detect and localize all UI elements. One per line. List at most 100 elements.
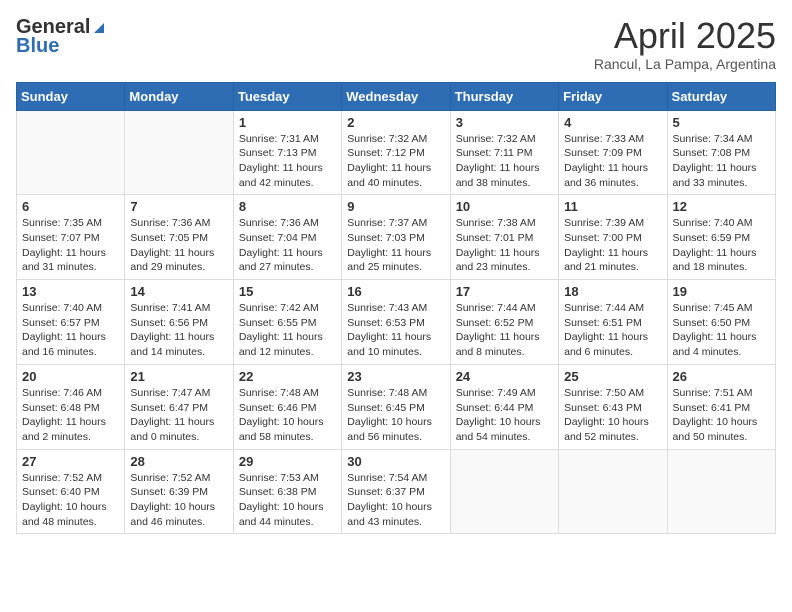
calendar-cell: 4 Sunrise: 7:33 AMSunset: 7:09 PMDaylight…	[559, 110, 667, 195]
day-number: 13	[22, 284, 119, 299]
calendar-cell: 18 Sunrise: 7:44 AMSunset: 6:51 PMDayligh…	[559, 280, 667, 365]
calendar-cell: 2 Sunrise: 7:32 AMSunset: 7:12 PMDaylight…	[342, 110, 450, 195]
day-number: 6	[22, 199, 119, 214]
calendar-cell: 16 Sunrise: 7:43 AMSunset: 6:53 PMDayligh…	[342, 280, 450, 365]
day-info: Sunrise: 7:32 AMSunset: 7:12 PMDaylight:…	[347, 132, 444, 191]
location-subtitle: Rancul, La Pampa, Argentina	[594, 56, 776, 72]
calendar-cell: 28Sunrise: 7:52 AMSunset: 6:39 PMDayligh…	[125, 449, 233, 534]
calendar-cell: 6 Sunrise: 7:35 AMSunset: 7:07 PMDaylight…	[17, 195, 125, 280]
day-number: 24	[456, 369, 553, 384]
day-info: Sunrise: 7:40 AMSunset: 6:59 PMDaylight:…	[673, 216, 770, 275]
day-number: 29	[239, 454, 336, 469]
day-info: Sunrise: 7:48 AMSunset: 6:46 PMDaylight:…	[239, 386, 336, 445]
title-area: April 2025 Rancul, La Pampa, Argentina	[594, 16, 776, 72]
month-title: April 2025	[594, 16, 776, 56]
calendar-cell: 15 Sunrise: 7:42 AMSunset: 6:55 PMDayligh…	[233, 280, 341, 365]
calendar-cell: 30 Sunrise: 7:54 AMSunset: 6:37 PMDayligh…	[342, 449, 450, 534]
calendar-cell: 21 Sunrise: 7:47 AMSunset: 6:47 PMDayligh…	[125, 364, 233, 449]
calendar-cell: 14 Sunrise: 7:41 AMSunset: 6:56 PMDayligh…	[125, 280, 233, 365]
calendar-cell: 12 Sunrise: 7:40 AMSunset: 6:59 PMDayligh…	[667, 195, 775, 280]
day-header-thursday: Thursday	[450, 82, 558, 110]
day-header-friday: Friday	[559, 82, 667, 110]
day-number: 4	[564, 115, 661, 130]
day-number: 23	[347, 369, 444, 384]
day-header-wednesday: Wednesday	[342, 82, 450, 110]
day-number: 11	[564, 199, 661, 214]
day-info: Sunrise: 7:47 AMSunset: 6:47 PMDaylight:…	[130, 386, 227, 445]
day-number: 14	[130, 284, 227, 299]
day-info: Sunrise: 7:36 AMSunset: 7:04 PMDaylight:…	[239, 216, 336, 275]
calendar-table: SundayMondayTuesdayWednesdayThursdayFrid…	[16, 82, 776, 535]
day-number: 2	[347, 115, 444, 130]
calendar-cell: 25 Sunrise: 7:50 AMSunset: 6:43 PMDayligh…	[559, 364, 667, 449]
day-info: Sunrise: 7:53 AMSunset: 6:38 PMDaylight:…	[239, 471, 336, 530]
day-info: Sunrise: 7:32 AMSunset: 7:11 PMDaylight:…	[456, 132, 553, 191]
day-info: Sunrise: 7:33 AMSunset: 7:09 PMDaylight:…	[564, 132, 661, 191]
calendar-header-row: SundayMondayTuesdayWednesdayThursdayFrid…	[17, 82, 776, 110]
day-info: Sunrise: 7:52 AMSunset: 6:40 PMDaylight:…	[22, 471, 119, 530]
calendar-week-row: 6 Sunrise: 7:35 AMSunset: 7:07 PMDaylight…	[17, 195, 776, 280]
day-number: 27	[22, 454, 119, 469]
day-number: 10	[456, 199, 553, 214]
calendar-cell: 19 Sunrise: 7:45 AMSunset: 6:50 PMDayligh…	[667, 280, 775, 365]
calendar-cell: 26 Sunrise: 7:51 AMSunset: 6:41 PMDayligh…	[667, 364, 775, 449]
day-number: 16	[347, 284, 444, 299]
page-header: General Blue April 2025 Rancul, La Pampa…	[16, 16, 776, 72]
day-number: 22	[239, 369, 336, 384]
day-info: Sunrise: 7:50 AMSunset: 6:43 PMDaylight:…	[564, 386, 661, 445]
day-info: Sunrise: 7:52 AMSunset: 6:39 PMDaylight:…	[130, 471, 227, 530]
calendar-cell: 8Sunrise: 7:36 AMSunset: 7:04 PMDaylight…	[233, 195, 341, 280]
calendar-cell: 20 Sunrise: 7:46 AMSunset: 6:48 PMDayligh…	[17, 364, 125, 449]
day-info: Sunrise: 7:39 AMSunset: 7:00 PMDaylight:…	[564, 216, 661, 275]
day-info: Sunrise: 7:36 AMSunset: 7:05 PMDaylight:…	[130, 216, 227, 275]
day-number: 12	[673, 199, 770, 214]
calendar-cell: 13Sunrise: 7:40 AMSunset: 6:57 PMDayligh…	[17, 280, 125, 365]
day-info: Sunrise: 7:41 AMSunset: 6:56 PMDaylight:…	[130, 301, 227, 360]
day-header-tuesday: Tuesday	[233, 82, 341, 110]
day-info: Sunrise: 7:43 AMSunset: 6:53 PMDaylight:…	[347, 301, 444, 360]
day-number: 21	[130, 369, 227, 384]
day-header-saturday: Saturday	[667, 82, 775, 110]
day-number: 15	[239, 284, 336, 299]
calendar-cell	[450, 449, 558, 534]
day-header-sunday: Sunday	[17, 82, 125, 110]
day-info: Sunrise: 7:51 AMSunset: 6:41 PMDaylight:…	[673, 386, 770, 445]
calendar-cell: 7 Sunrise: 7:36 AMSunset: 7:05 PMDaylight…	[125, 195, 233, 280]
day-info: Sunrise: 7:46 AMSunset: 6:48 PMDaylight:…	[22, 386, 119, 445]
day-info: Sunrise: 7:34 AMSunset: 7:08 PMDaylight:…	[673, 132, 770, 191]
calendar-cell: 3Sunrise: 7:32 AMSunset: 7:11 PMDaylight…	[450, 110, 558, 195]
day-number: 26	[673, 369, 770, 384]
day-info: Sunrise: 7:48 AMSunset: 6:45 PMDaylight:…	[347, 386, 444, 445]
calendar-cell: 27 Sunrise: 7:52 AMSunset: 6:40 PMDayligh…	[17, 449, 125, 534]
calendar-week-row: 13Sunrise: 7:40 AMSunset: 6:57 PMDayligh…	[17, 280, 776, 365]
day-info: Sunrise: 7:54 AMSunset: 6:37 PMDaylight:…	[347, 471, 444, 530]
calendar-cell: 17Sunrise: 7:44 AMSunset: 6:52 PMDayligh…	[450, 280, 558, 365]
calendar-cell	[559, 449, 667, 534]
day-number: 25	[564, 369, 661, 384]
day-number: 17	[456, 284, 553, 299]
day-number: 7	[130, 199, 227, 214]
calendar-cell: 5 Sunrise: 7:34 AMSunset: 7:08 PMDaylight…	[667, 110, 775, 195]
day-number: 5	[673, 115, 770, 130]
day-header-monday: Monday	[125, 82, 233, 110]
day-number: 20	[22, 369, 119, 384]
calendar-week-row: 27 Sunrise: 7:52 AMSunset: 6:40 PMDayligh…	[17, 449, 776, 534]
day-info: Sunrise: 7:31 AMSunset: 7:13 PMDaylight:…	[239, 132, 336, 191]
day-info: Sunrise: 7:35 AMSunset: 7:07 PMDaylight:…	[22, 216, 119, 275]
day-number: 18	[564, 284, 661, 299]
logo: General Blue	[16, 16, 106, 58]
day-info: Sunrise: 7:37 AMSunset: 7:03 PMDaylight:…	[347, 216, 444, 275]
calendar-week-row: 20 Sunrise: 7:46 AMSunset: 6:48 PMDayligh…	[17, 364, 776, 449]
calendar-cell: 1 Sunrise: 7:31 AMSunset: 7:13 PMDaylight…	[233, 110, 341, 195]
calendar-cell: 23 Sunrise: 7:48 AMSunset: 6:45 PMDayligh…	[342, 364, 450, 449]
day-info: Sunrise: 7:49 AMSunset: 6:44 PMDaylight:…	[456, 386, 553, 445]
day-info: Sunrise: 7:44 AMSunset: 6:51 PMDaylight:…	[564, 301, 661, 360]
day-number: 19	[673, 284, 770, 299]
calendar-cell: 24 Sunrise: 7:49 AMSunset: 6:44 PMDayligh…	[450, 364, 558, 449]
day-info: Sunrise: 7:42 AMSunset: 6:55 PMDaylight:…	[239, 301, 336, 360]
calendar-cell	[125, 110, 233, 195]
day-info: Sunrise: 7:45 AMSunset: 6:50 PMDaylight:…	[673, 301, 770, 360]
day-number: 1	[239, 115, 336, 130]
day-number: 30	[347, 454, 444, 469]
calendar-week-row: 1 Sunrise: 7:31 AMSunset: 7:13 PMDaylight…	[17, 110, 776, 195]
